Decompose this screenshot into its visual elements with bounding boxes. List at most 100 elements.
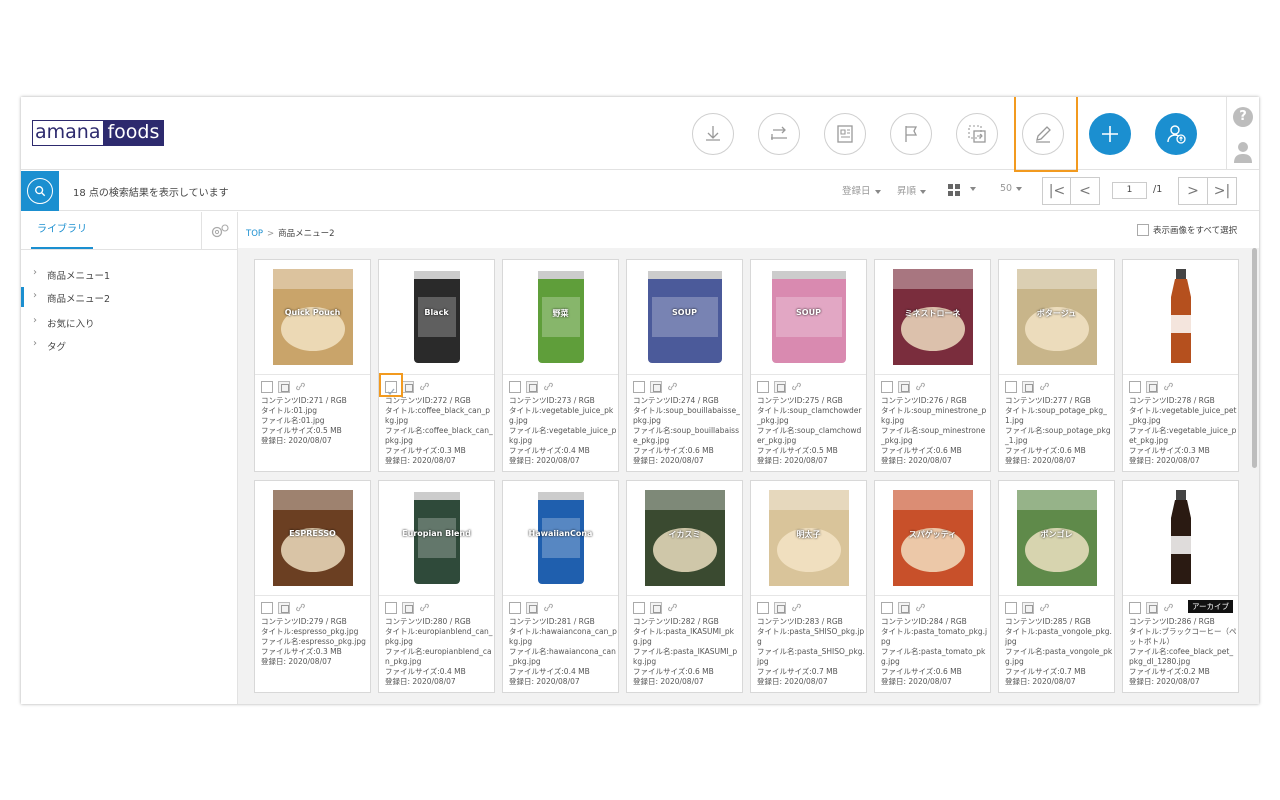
select-checkbox[interactable] <box>509 380 521 393</box>
select-checkbox[interactable] <box>261 601 273 614</box>
link-icon[interactable] <box>791 602 803 614</box>
select-checkbox[interactable] <box>757 380 769 393</box>
tab-library[interactable]: ライブラリ <box>31 222 93 249</box>
asset-card[interactable]: イカスミ コンテンツID:282 / RGB タイトル:pasta_IKASUMI_… <box>626 480 743 693</box>
select-checkbox[interactable] <box>509 601 521 614</box>
link-icon[interactable] <box>1039 602 1051 614</box>
preview-icon[interactable] <box>1022 380 1034 393</box>
asset-thumbnail[interactable]: ボンゴレ <box>999 481 1114 596</box>
link-icon[interactable] <box>667 602 679 614</box>
asset-thumbnail[interactable]: ポタージュ <box>999 260 1114 375</box>
preview-icon[interactable] <box>278 380 290 393</box>
download-button[interactable] <box>692 113 734 155</box>
asset-thumbnail[interactable] <box>1123 481 1238 596</box>
select-checkbox[interactable] <box>385 380 397 395</box>
select-checkbox[interactable] <box>1005 601 1017 614</box>
preview-icon[interactable] <box>898 380 910 393</box>
link-icon[interactable] <box>295 602 307 614</box>
sidebar-item-menu2[interactable]: › 商品メニュー2 <box>21 287 237 307</box>
select-checkbox[interactable] <box>261 380 273 393</box>
move-button[interactable] <box>956 113 998 155</box>
link-icon[interactable] <box>1163 602 1175 614</box>
preview-icon[interactable] <box>1022 601 1034 614</box>
asset-card[interactable]: Quick Pouch コンテンツID:271 / RGB タイトル:01.jpg フ… <box>254 259 371 472</box>
select-checkbox[interactable] <box>1005 380 1017 393</box>
sidebar-item-menu1[interactable]: › 商品メニュー1 <box>21 264 237 284</box>
asset-card[interactable]: コンテンツID:278 / RGB タイトル:vegetable_juice_pe… <box>1122 259 1239 472</box>
asset-thumbnail[interactable]: Quick Pouch <box>255 260 370 375</box>
asset-card[interactable]: アーカイブ コンテンツID:286 / RGB タイトル:ブラックコーヒー（ペットボ… <box>1122 480 1239 693</box>
document-button[interactable] <box>824 113 866 155</box>
user-account-icon[interactable] <box>1233 141 1253 163</box>
per-page-dropdown[interactable]: 50 <box>1000 183 1023 194</box>
asset-card[interactable]: 野菜 コンテンツID:273 / RGB タイトル:vegetable_juice_… <box>502 259 619 472</box>
link-icon[interactable] <box>1039 381 1051 393</box>
asset-thumbnail[interactable]: スパゲッティ <box>875 481 990 596</box>
asset-thumbnail[interactable]: SOUP <box>627 260 742 375</box>
breadcrumb-top-link[interactable]: TOP <box>246 229 263 239</box>
preview-icon[interactable] <box>774 380 786 393</box>
first-page-button[interactable]: |< <box>1042 177 1072 205</box>
preview-icon[interactable] <box>402 380 414 393</box>
select-checkbox[interactable] <box>881 380 893 393</box>
link-icon[interactable] <box>543 602 555 614</box>
link-icon[interactable] <box>295 381 307 393</box>
preview-icon[interactable] <box>278 601 290 614</box>
asset-card[interactable]: HawaiianCona コンテンツID:281 / RGB タイトル:hawaia… <box>502 480 619 693</box>
add-button[interactable] <box>1089 113 1131 155</box>
next-page-button[interactable]: > <box>1178 177 1208 205</box>
asset-card[interactable]: SOUP コンテンツID:274 / RGB タイトル:soup_bouillaba… <box>626 259 743 472</box>
asset-card[interactable]: SOUP コンテンツID:275 / RGB タイトル:soup_clamchowd… <box>750 259 867 472</box>
link-icon[interactable] <box>419 381 431 393</box>
preview-icon[interactable] <box>402 601 414 614</box>
brand-logo[interactable]: amana foods <box>32 120 165 146</box>
preview-icon[interactable] <box>650 601 662 614</box>
sidebar-item-favorites[interactable]: › お気に入り <box>21 312 237 332</box>
asset-thumbnail[interactable]: 野菜 <box>503 260 618 375</box>
select-checkbox[interactable] <box>633 601 645 614</box>
sidebar-item-tags[interactable]: › タグ <box>21 335 237 355</box>
asset-card[interactable]: ESPRESSO コンテンツID:279 / RGB タイトル:espresso_p… <box>254 480 371 693</box>
link-icon[interactable] <box>1163 381 1175 393</box>
select-checkbox[interactable] <box>385 601 397 614</box>
select-all-checkbox[interactable]: 表示画像をすべて選択 <box>1137 224 1237 236</box>
select-checkbox[interactable] <box>881 601 893 614</box>
link-icon[interactable] <box>915 381 927 393</box>
edit-button[interactable] <box>1022 113 1064 155</box>
select-checkbox[interactable] <box>757 601 769 614</box>
asset-thumbnail[interactable] <box>1123 260 1238 375</box>
asset-thumbnail[interactable]: SOUP <box>751 260 866 375</box>
preview-icon[interactable] <box>526 380 538 393</box>
asset-card[interactable]: ボンゴレ コンテンツID:285 / RGB タイトル:pasta_vongole_… <box>998 480 1115 693</box>
link-icon[interactable] <box>667 381 679 393</box>
asset-card[interactable]: 明太子 コンテンツID:283 / RGB タイトル:pasta_SHISO_pkg… <box>750 480 867 693</box>
preview-icon[interactable] <box>650 380 662 393</box>
sort-by-dropdown[interactable]: 登録日 <box>842 183 881 197</box>
link-icon[interactable] <box>791 381 803 393</box>
asset-card[interactable]: Black コンテンツID:272 / RGB タイトル:coffee_black_… <box>378 259 495 472</box>
asset-card[interactable]: Europian Blend コンテンツID:280 / RGB タイトル:euro… <box>378 480 495 693</box>
transfer-button[interactable] <box>758 113 800 155</box>
link-icon[interactable] <box>915 602 927 614</box>
asset-thumbnail[interactable]: 明太子 <box>751 481 866 596</box>
scrollbar[interactable] <box>1252 248 1258 704</box>
checkbox[interactable] <box>1137 224 1149 236</box>
select-checkbox[interactable] <box>1129 380 1141 393</box>
user-upload-button[interactable] <box>1155 113 1197 155</box>
link-icon[interactable] <box>543 381 555 393</box>
asset-thumbnail[interactable]: Black <box>379 260 494 375</box>
scrollbar-thumb[interactable] <box>1252 248 1257 468</box>
asset-thumbnail[interactable]: イカスミ <box>627 481 742 596</box>
asset-thumbnail[interactable]: ミネストローネ <box>875 260 990 375</box>
link-icon[interactable] <box>419 602 431 614</box>
preview-icon[interactable] <box>1146 601 1158 614</box>
preview-icon[interactable] <box>898 601 910 614</box>
page-number-input[interactable]: 1 <box>1112 182 1147 199</box>
asset-card[interactable]: ミネストローネ コンテンツID:276 / RGB タイトル:soup_minest… <box>874 259 991 472</box>
asset-thumbnail[interactable]: ESPRESSO <box>255 481 370 596</box>
sort-order-dropdown[interactable]: 昇順 <box>897 183 927 197</box>
asset-card[interactable]: ポタージュ コンテンツID:277 / RGB タイトル:soup_potage_p… <box>998 259 1115 472</box>
search-button[interactable] <box>21 171 59 211</box>
select-checkbox[interactable] <box>633 380 645 393</box>
asset-thumbnail[interactable]: HawaiianCona <box>503 481 618 596</box>
